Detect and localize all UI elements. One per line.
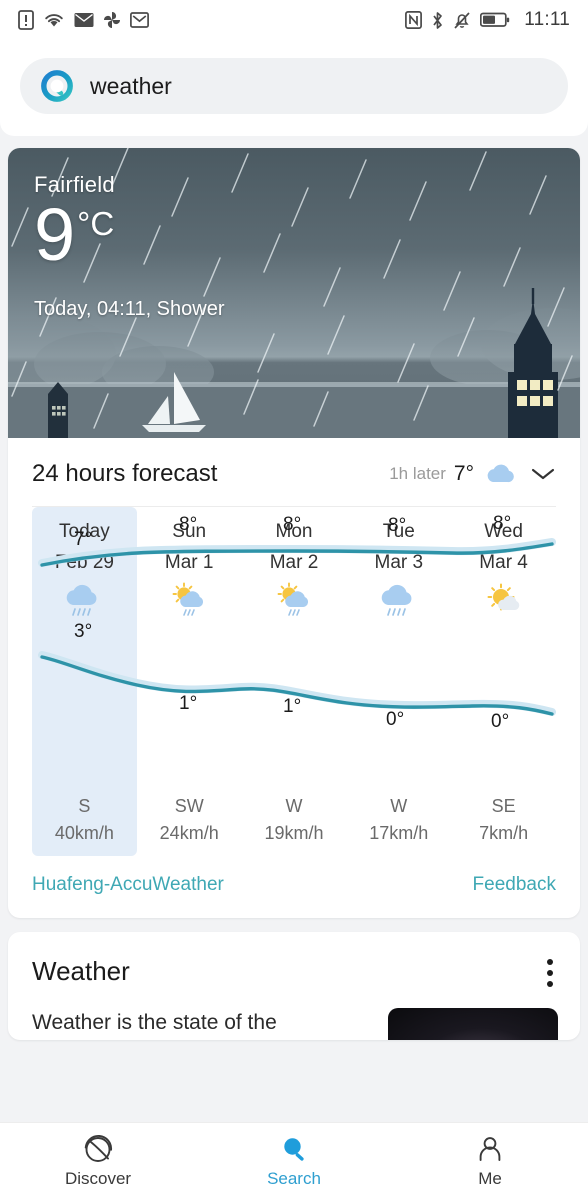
forecast-later-temp: 7° — [454, 462, 474, 486]
forecast-chart-cell — [32, 628, 137, 796]
kebab-menu-icon[interactable] — [546, 958, 554, 988]
search-input-value[interactable]: weather — [90, 73, 172, 100]
hero-temperature: 9 °C — [34, 196, 114, 274]
forecast-wind-direction: SW — [137, 796, 242, 817]
feedback-link[interactable]: Feedback — [473, 874, 556, 896]
battery-icon — [480, 12, 510, 28]
rain-cloud-icon — [346, 574, 451, 628]
forecast-wind-speed: 17km/h — [346, 823, 451, 844]
night-sky-thumbnail — [388, 1008, 558, 1040]
forecast-wind-direction: S — [32, 796, 137, 817]
forecast-footer: Huafeng-AccuWeather Feedback — [8, 860, 580, 918]
search-card: weather — [0, 40, 588, 136]
forecast-wind-speed: 19km/h — [242, 823, 347, 844]
nav-item-me[interactable]: Me — [392, 1134, 588, 1189]
forecast-title: 24 hours forecast — [32, 460, 217, 488]
forecast-later-label: 1h later — [389, 464, 446, 484]
forecast-day-date: Feb 29 — [32, 552, 137, 574]
forecast-wind-direction: SE — [451, 796, 556, 817]
status-bar-clock: 11:11 — [524, 9, 570, 31]
nav-label-search: Search — [267, 1169, 321, 1189]
forecast-chart-cell — [346, 628, 451, 796]
pinwheel-icon — [103, 11, 121, 29]
search-bar[interactable]: weather — [20, 58, 568, 114]
chevron-down-icon[interactable] — [530, 466, 556, 482]
sim-warning-icon — [18, 10, 34, 30]
status-bar-right-icons: 11:11 — [405, 9, 570, 31]
forecast-day-column[interactable]: Mon Mar 2 — [242, 507, 347, 856]
forecast-wind-speed: 24km/h — [137, 823, 242, 844]
weather-source-link[interactable]: Huafeng-AccuWeather — [32, 874, 224, 896]
forecast-columns: Today Feb 29 S 40km/h — [32, 507, 556, 856]
forecast-day-date: Mar 3 — [346, 552, 451, 574]
forecast-chart-cell — [137, 628, 242, 796]
forecast-wind-speed: 7km/h — [451, 823, 556, 844]
status-bar-left-icons — [18, 10, 149, 30]
forecast-day-column[interactable]: Wed Mar 4 — [451, 507, 556, 856]
forecast-day-date: Mar 2 — [242, 552, 347, 574]
forecast-wind-speed: 40km/h — [32, 823, 137, 844]
weather-hero[interactable]: Fairfield 9 °C Today, 04:11, Shower — [8, 148, 580, 438]
forecast-day-name: Mon — [242, 521, 347, 543]
mail-icon — [74, 12, 94, 28]
forecast-chart-cell — [451, 628, 556, 796]
hero-temperature-value: 9 — [34, 196, 75, 274]
bottom-navigation-bar: Discover Search Me — [0, 1122, 588, 1200]
status-bar: 11:11 — [0, 0, 588, 40]
hero-condition-line: Today, 04:11, Shower — [34, 298, 225, 321]
forecast-day-name: Wed — [451, 521, 556, 543]
forecast-day-name: Tue — [346, 521, 451, 543]
phone-screen: 11:11 weather — [0, 0, 588, 1200]
wifi-icon — [43, 10, 65, 30]
sun-cloud-rain-icon — [137, 574, 242, 628]
discover-globe-icon — [83, 1134, 113, 1164]
forecast-later-group[interactable]: 1h later 7° — [389, 462, 556, 486]
forecast-body: Today Feb 29 S 40km/h — [8, 507, 580, 860]
forecast-wind-direction: W — [346, 796, 451, 817]
hero-temperature-unit: °C — [77, 204, 114, 244]
search-icon — [279, 1134, 309, 1164]
forecast-day-column[interactable]: Sun Mar 1 — [137, 507, 242, 856]
forecast-day-column[interactable]: Tue Mar 3 W 17km/h — [346, 507, 451, 856]
cloud-icon — [484, 462, 520, 486]
nfc-icon — [405, 11, 422, 29]
forecast-day-name: Sun — [137, 521, 242, 543]
weather-card: Fairfield 9 °C Today, 04:11, Shower 24 h… — [8, 148, 580, 918]
nav-item-discover[interactable]: Discover — [0, 1134, 196, 1189]
forecast-chart-cell — [242, 628, 347, 796]
forecast-header: 24 hours forecast 1h later 7° — [8, 438, 580, 506]
forecast-day-date: Mar 4 — [451, 552, 556, 574]
forecast-day-name: Today — [32, 521, 137, 543]
rain-cloud-icon — [32, 574, 137, 628]
nav-label-me: Me — [478, 1169, 502, 1189]
forecast-day-column[interactable]: Today Feb 29 S 40km/h — [32, 507, 137, 856]
forecast-day-date: Mar 1 — [137, 552, 242, 574]
wiki-result-card[interactable]: Weather Weather is the state of the — [8, 932, 580, 1040]
qsearch-logo-icon — [40, 69, 74, 103]
bluetooth-icon — [431, 11, 444, 30]
mute-bell-icon — [453, 11, 471, 30]
forecast-wind-direction: W — [242, 796, 347, 817]
nav-label-discover: Discover — [65, 1169, 131, 1189]
gmail-icon — [130, 12, 149, 28]
wiki-card-title: Weather — [32, 956, 556, 987]
sun-behind-cloud-icon — [451, 574, 556, 628]
nav-item-search[interactable]: Search — [196, 1134, 392, 1189]
sun-cloud-rain-icon — [242, 574, 347, 628]
person-icon — [475, 1134, 505, 1164]
